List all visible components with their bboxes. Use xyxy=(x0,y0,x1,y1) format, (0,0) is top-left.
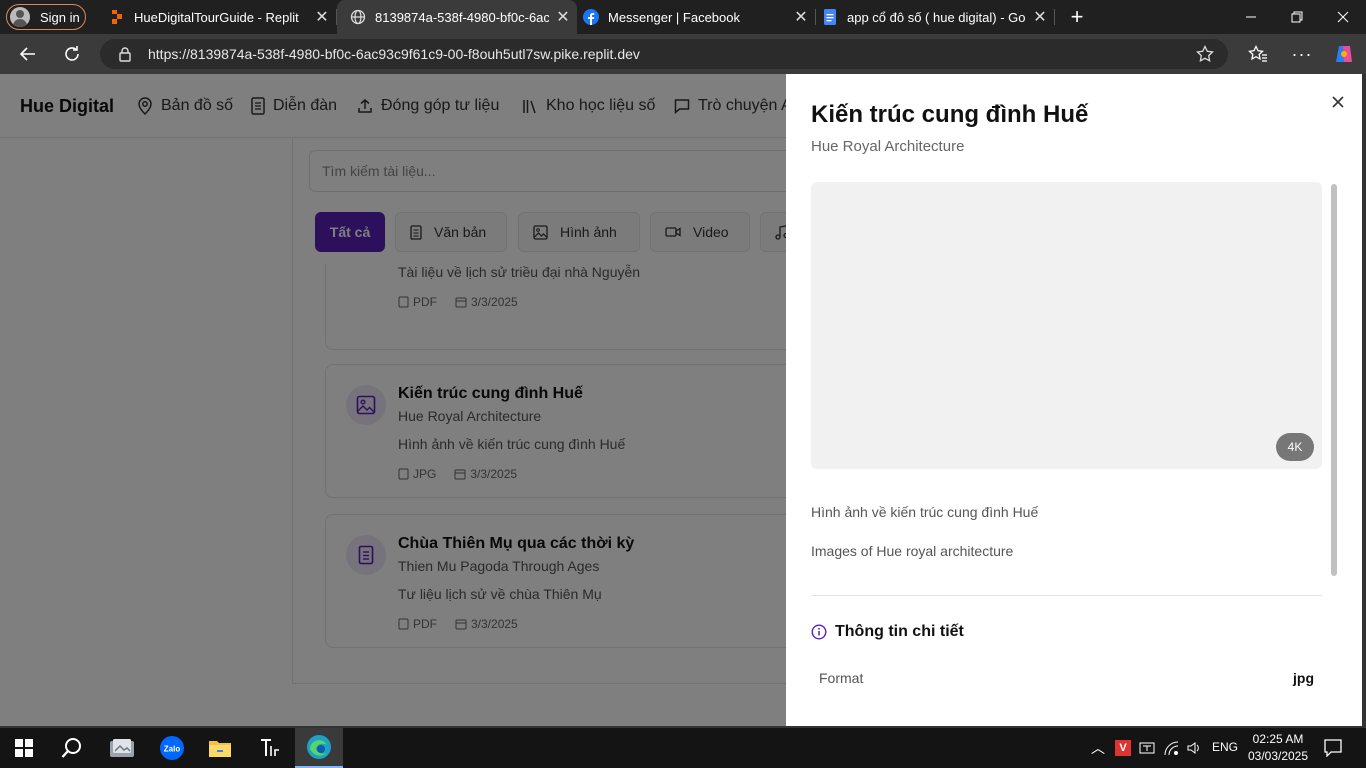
dialog-scrollbar[interactable] xyxy=(1331,184,1337,576)
description-en: Images of Hue royal architecture xyxy=(811,543,1014,559)
browser-toolbar: https://8139874a-538f-4980-bf0c-6ac93c9f… xyxy=(0,34,1366,74)
taskbar-app-edge[interactable] xyxy=(295,728,343,768)
more-dots-icon: ··· xyxy=(1291,43,1313,64)
restore-button[interactable] xyxy=(1274,0,1320,34)
description-vi: Hình ảnh về kiến trúc cung đình Huế xyxy=(811,504,1039,520)
clock[interactable]: 02:25 AM 03/03/2025 xyxy=(1240,731,1316,765)
format-label: Format xyxy=(819,670,864,686)
minimize-button[interactable] xyxy=(1228,0,1274,34)
address-bar[interactable]: https://8139874a-538f-4980-bf0c-6ac93c9f… xyxy=(100,39,1228,69)
profile-signin-button[interactable]: Sign in xyxy=(6,4,86,30)
info-icon xyxy=(811,624,827,640)
resolution-badge: 4K xyxy=(1276,433,1314,461)
divider xyxy=(811,595,1322,596)
photos-app-icon xyxy=(110,739,134,757)
image-preview: 4K xyxy=(811,182,1322,469)
copilot-button[interactable] xyxy=(1324,34,1364,74)
edge-browser-icon xyxy=(307,735,331,759)
close-icon xyxy=(1337,11,1349,23)
favorites-button[interactable] xyxy=(1238,34,1278,74)
favorites-icon xyxy=(1248,45,1267,62)
taskbar-app-typing[interactable] xyxy=(246,728,294,768)
tab-title: Messenger | Facebook xyxy=(608,9,740,25)
new-tab-button[interactable]: + xyxy=(1054,0,1100,34)
close-tab-icon[interactable]: ✕ xyxy=(308,7,336,27)
details-heading: Thông tin chi tiết xyxy=(811,623,964,641)
tab-google-docs[interactable]: app cổ đô số ( hue digital) - Goog ✕ xyxy=(816,0,1054,34)
browser-tab-strip: Sign in HueDigitalTourGuide - Replit ✕ 8… xyxy=(0,0,1366,34)
unikey-icon[interactable]: V xyxy=(1115,740,1131,756)
input-method-icon[interactable] xyxy=(1139,740,1155,756)
close-dialog-button[interactable] xyxy=(1326,90,1350,114)
close-tab-icon[interactable]: ✕ xyxy=(549,7,577,27)
search-icon xyxy=(61,738,81,758)
svg-text:Zalo: Zalo xyxy=(164,745,181,754)
volume-icon[interactable] xyxy=(1186,740,1202,756)
replit-icon xyxy=(112,10,122,24)
back-arrow-icon xyxy=(19,47,35,61)
web-page: Hue Digital Bản đồ số Diễn đàn Đóng góp … xyxy=(0,74,1366,726)
zalo-icon: Zalo xyxy=(160,736,184,760)
start-button[interactable] xyxy=(0,728,48,768)
google-docs-icon xyxy=(824,9,836,25)
back-button[interactable] xyxy=(8,34,48,74)
close-icon xyxy=(1332,96,1344,108)
detail-dialog: Kiến trúc cung đình Huế Hue Royal Archit… xyxy=(786,74,1362,726)
tab-title: 8139874a-538f-4980-bf0c-6ac93c xyxy=(375,9,549,25)
tab-title: HueDigitalTourGuide - Replit xyxy=(134,9,299,25)
avatar-icon xyxy=(10,7,30,27)
network-icon[interactable] xyxy=(1163,740,1179,756)
search-button[interactable] xyxy=(48,728,96,768)
tab-active-app[interactable]: 8139874a-538f-4980-bf0c-6ac93c ✕ xyxy=(337,0,577,34)
text-tool-icon xyxy=(261,739,279,756)
lock-icon xyxy=(119,47,131,62)
taskbar-app-explorer[interactable] xyxy=(196,728,244,768)
close-tab-icon[interactable]: ✕ xyxy=(1026,7,1054,27)
taskbar: Zalo ︿ V ENG 02:25 AM 03/03/2025 xyxy=(0,728,1366,768)
windows-logo-icon xyxy=(15,739,33,757)
facebook-icon xyxy=(583,9,599,25)
dialog-subtitle: Hue Royal Architecture xyxy=(811,138,965,155)
close-tab-icon[interactable]: ✕ xyxy=(787,7,815,27)
url-text: https://8139874a-538f-4980-bf0c-6ac93c9f… xyxy=(148,46,640,62)
minimize-icon xyxy=(1246,16,1256,18)
reload-icon xyxy=(65,46,79,61)
window-edge xyxy=(1362,74,1366,726)
format-value: jpg xyxy=(1293,670,1314,686)
tab-messenger[interactable]: Messenger | Facebook ✕ xyxy=(577,0,815,34)
tab-replit[interactable]: HueDigitalTourGuide - Replit ✕ xyxy=(96,0,336,34)
folder-icon xyxy=(209,741,231,757)
taskbar-app-zalo[interactable]: Zalo xyxy=(148,728,196,768)
modal-backdrop[interactable] xyxy=(0,74,786,726)
tab-title: app cổ đô số ( hue digital) - Goog xyxy=(847,9,1026,25)
copilot-icon xyxy=(1336,46,1352,62)
language-indicator[interactable]: ENG xyxy=(1212,740,1238,754)
details-heading-label: Thông tin chi tiết xyxy=(835,623,964,640)
globe-icon xyxy=(350,9,366,25)
favorite-star-icon[interactable] xyxy=(1196,45,1214,63)
reload-button[interactable] xyxy=(52,34,92,74)
more-menu-button[interactable]: ··· xyxy=(1282,34,1322,74)
clock-date: 03/03/2025 xyxy=(1247,749,1309,763)
signin-label: Sign in xyxy=(40,9,80,25)
restore-icon xyxy=(1291,11,1303,23)
notifications-icon[interactable] xyxy=(1324,739,1342,757)
close-window-button[interactable] xyxy=(1320,0,1366,34)
dialog-title: Kiến trúc cung đình Huế xyxy=(811,101,1089,128)
clock-time: 02:25 AM xyxy=(1252,732,1304,746)
taskbar-app-screenshot[interactable] xyxy=(98,728,146,768)
tray-expand-icon[interactable]: ︿ xyxy=(1091,738,1105,758)
